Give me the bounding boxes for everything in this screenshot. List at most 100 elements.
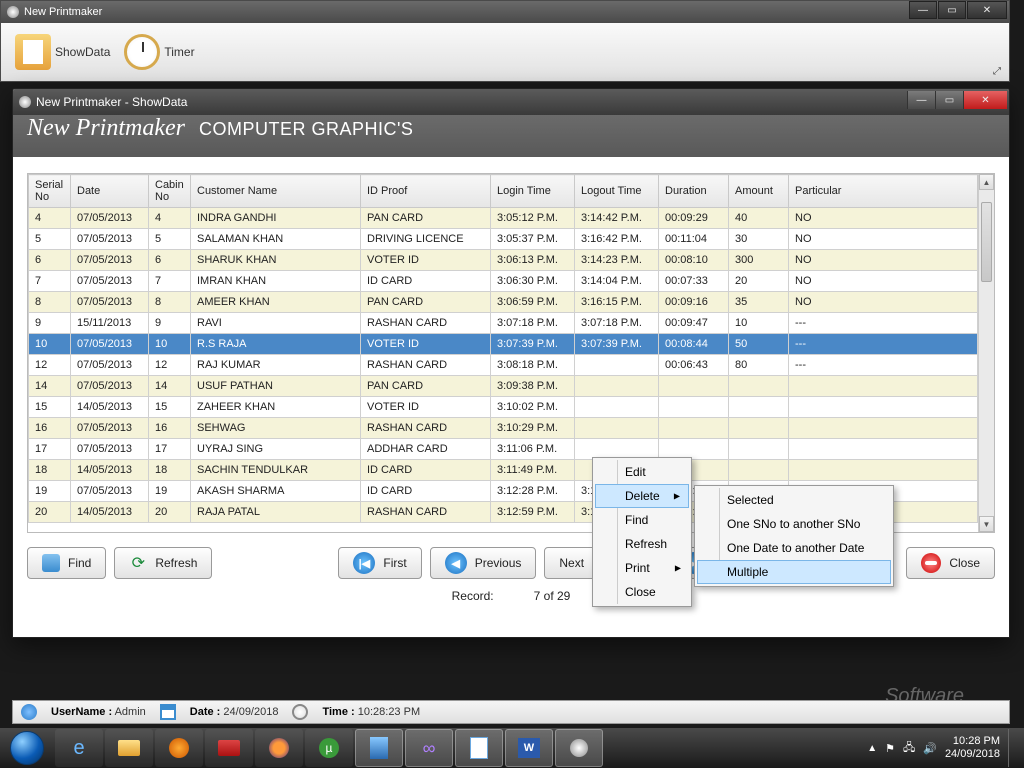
tray-volume-icon[interactable]: 🔊 [923, 742, 937, 755]
taskbar-printmaker[interactable] [555, 729, 603, 767]
submenu-sno-range[interactable]: One SNo to another SNo [697, 512, 891, 536]
submenu-selected[interactable]: Selected [697, 488, 891, 512]
column-header[interactable]: Customer Name [191, 175, 361, 208]
cell: 3:05:37 P.M. [491, 229, 575, 250]
cell: 15/11/2013 [71, 313, 149, 334]
showdata-title: New Printmaker - ShowData [36, 95, 187, 109]
table-row[interactable]: 1407/05/201314USUF PATHANPAN CARD3:09:38… [29, 376, 978, 397]
close-button[interactable]: ✕ [963, 91, 1007, 109]
cell [659, 397, 729, 418]
table-row[interactable]: 1607/05/201316SEHWAGRASHAN CARD3:10:29 P… [29, 418, 978, 439]
tray-flag-icon[interactable]: ⚑ [885, 742, 895, 755]
menu-delete[interactable]: Delete▶ [595, 484, 689, 508]
taskbar-app1[interactable] [205, 729, 253, 767]
menu-close[interactable]: Close [595, 580, 689, 604]
close-dialog-button[interactable]: Close [906, 547, 995, 579]
cell: 12 [149, 355, 191, 376]
taskbar-utorrent[interactable]: µ [305, 729, 353, 767]
cell [729, 418, 789, 439]
cell: SEHWAG [191, 418, 361, 439]
taskbar-app2[interactable] [355, 729, 403, 767]
column-header[interactable]: Login Time [491, 175, 575, 208]
record-label: Record: [452, 589, 494, 603]
cell: 07/05/2013 [71, 481, 149, 502]
scroll-down-icon[interactable]: ▼ [979, 516, 994, 532]
table-row[interactable]: 507/05/20135SALAMAN KHANDRIVING LICENCE3… [29, 229, 978, 250]
taskbar-ie[interactable]: e [55, 729, 103, 767]
cell: --- [789, 313, 978, 334]
cell: AKASH SHARMA [191, 481, 361, 502]
tray-show-hidden-icon[interactable]: ▲ [867, 743, 877, 754]
maximize-button[interactable]: ▭ [938, 1, 966, 19]
table-row[interactable]: 707/05/20137IMRAN KHANID CARD3:06:30 P.M… [29, 271, 978, 292]
tray-network-icon[interactable]: 🖧 [903, 739, 915, 758]
close-button[interactable]: ✕ [967, 1, 1007, 19]
menu-print[interactable]: Print▶ [595, 556, 689, 580]
cell: 00:11:04 [659, 229, 729, 250]
table-row[interactable]: 807/05/20138AMEER KHANPAN CARD3:06:59 P.… [29, 292, 978, 313]
status-user-value: Admin [115, 706, 146, 718]
table-row[interactable]: 915/11/20139RAVIRASHAN CARD3:07:18 P.M.3… [29, 313, 978, 334]
cell: 07/05/2013 [71, 439, 149, 460]
taskbar-wmp[interactable] [155, 729, 203, 767]
data-grid[interactable]: Serial NoDateCabin NoCustomer NameID Pro… [27, 173, 995, 533]
cell: 19 [29, 481, 71, 502]
taskbar-vs[interactable]: ∞ [405, 729, 453, 767]
scroll-up-icon[interactable]: ▲ [979, 174, 994, 190]
minimize-button[interactable]: — [909, 1, 937, 19]
menu-find[interactable]: Find [595, 508, 689, 532]
column-header[interactable]: ID Proof [361, 175, 491, 208]
column-header[interactable]: Date [71, 175, 149, 208]
taskbar-explorer[interactable] [105, 729, 153, 767]
parent-titlebar[interactable]: New Printmaker — ▭ ✕ [1, 1, 1009, 23]
submenu-date-range[interactable]: One Date to another Date [697, 536, 891, 560]
table-row[interactable]: 1707/05/201317UYRAJ SINGADDHAR CARD3:11:… [29, 439, 978, 460]
maximize-button[interactable]: ▭ [935, 91, 963, 109]
taskbar-firefox[interactable] [255, 729, 303, 767]
table-row[interactable]: 1814/05/201318SACHIN TENDULKARID CARD3:1… [29, 460, 978, 481]
submenu-multiple[interactable]: Multiple [697, 560, 891, 584]
menu-refresh[interactable]: Refresh [595, 532, 689, 556]
cell: RAJ KUMAR [191, 355, 361, 376]
cell: 3:06:59 P.M. [491, 292, 575, 313]
cell: ID CARD [361, 481, 491, 502]
refresh-button[interactable]: ⟳Refresh [114, 547, 212, 579]
cell: 07/05/2013 [71, 271, 149, 292]
column-header[interactable]: Serial No [29, 175, 71, 208]
table-row[interactable]: 1007/05/201310R.S RAJAVOTER ID3:07:39 P.… [29, 334, 978, 355]
column-header[interactable]: Amount [729, 175, 789, 208]
menu-edit[interactable]: Edit [595, 460, 689, 484]
cell: 00:09:16 [659, 292, 729, 313]
table-row[interactable]: 1207/05/201312RAJ KUMARRASHAN CARD3:08:1… [29, 355, 978, 376]
cell: RASHAN CARD [361, 502, 491, 523]
show-desktop-button[interactable] [1008, 729, 1016, 767]
cell: 3:07:39 P.M. [575, 334, 659, 355]
taskbar-word[interactable]: W [505, 729, 553, 767]
cell: ZAHEER KHAN [191, 397, 361, 418]
scroll-thumb[interactable] [981, 202, 992, 282]
column-header[interactable]: Duration [659, 175, 729, 208]
cell: 3:12:59 P.M. [491, 502, 575, 523]
restore-icon[interactable]: ⤢ [993, 66, 1001, 77]
table-row[interactable]: 607/05/20136SHARUK KHANVOTER ID3:06:13 P… [29, 250, 978, 271]
system-tray[interactable]: ▲ ⚑ 🖧 🔊 10:28 PM 24/09/2018 [867, 729, 1024, 767]
showdata-button[interactable]: ShowData [11, 30, 114, 74]
table-row[interactable]: 407/05/20134INDRA GANDHIPAN CARD3:05:12 … [29, 208, 978, 229]
showdata-titlebar[interactable]: New Printmaker - ShowData — ▭ ✕ [13, 89, 1009, 115]
first-button[interactable]: |◀First [338, 547, 421, 579]
find-button[interactable]: Find [27, 547, 106, 579]
column-header[interactable]: Particular [789, 175, 978, 208]
column-header[interactable]: Logout Time [575, 175, 659, 208]
menu-print-label: Print [625, 561, 650, 575]
first-icon: |◀ [353, 552, 375, 574]
cell: 3:14:04 P.M. [575, 271, 659, 292]
minimize-button[interactable]: — [907, 91, 935, 109]
taskbar-paint[interactable] [455, 729, 503, 767]
table-row[interactable]: 1514/05/201315ZAHEER KHANVOTER ID3:10:02… [29, 397, 978, 418]
column-header[interactable]: Cabin No [149, 175, 191, 208]
start-button[interactable] [0, 728, 54, 768]
timer-button[interactable]: Timer [120, 30, 198, 74]
previous-button[interactable]: ◀Previous [430, 547, 537, 579]
tray-clock[interactable]: 10:28 PM 24/09/2018 [945, 735, 1000, 761]
vertical-scrollbar[interactable]: ▲ ▼ [978, 174, 994, 532]
